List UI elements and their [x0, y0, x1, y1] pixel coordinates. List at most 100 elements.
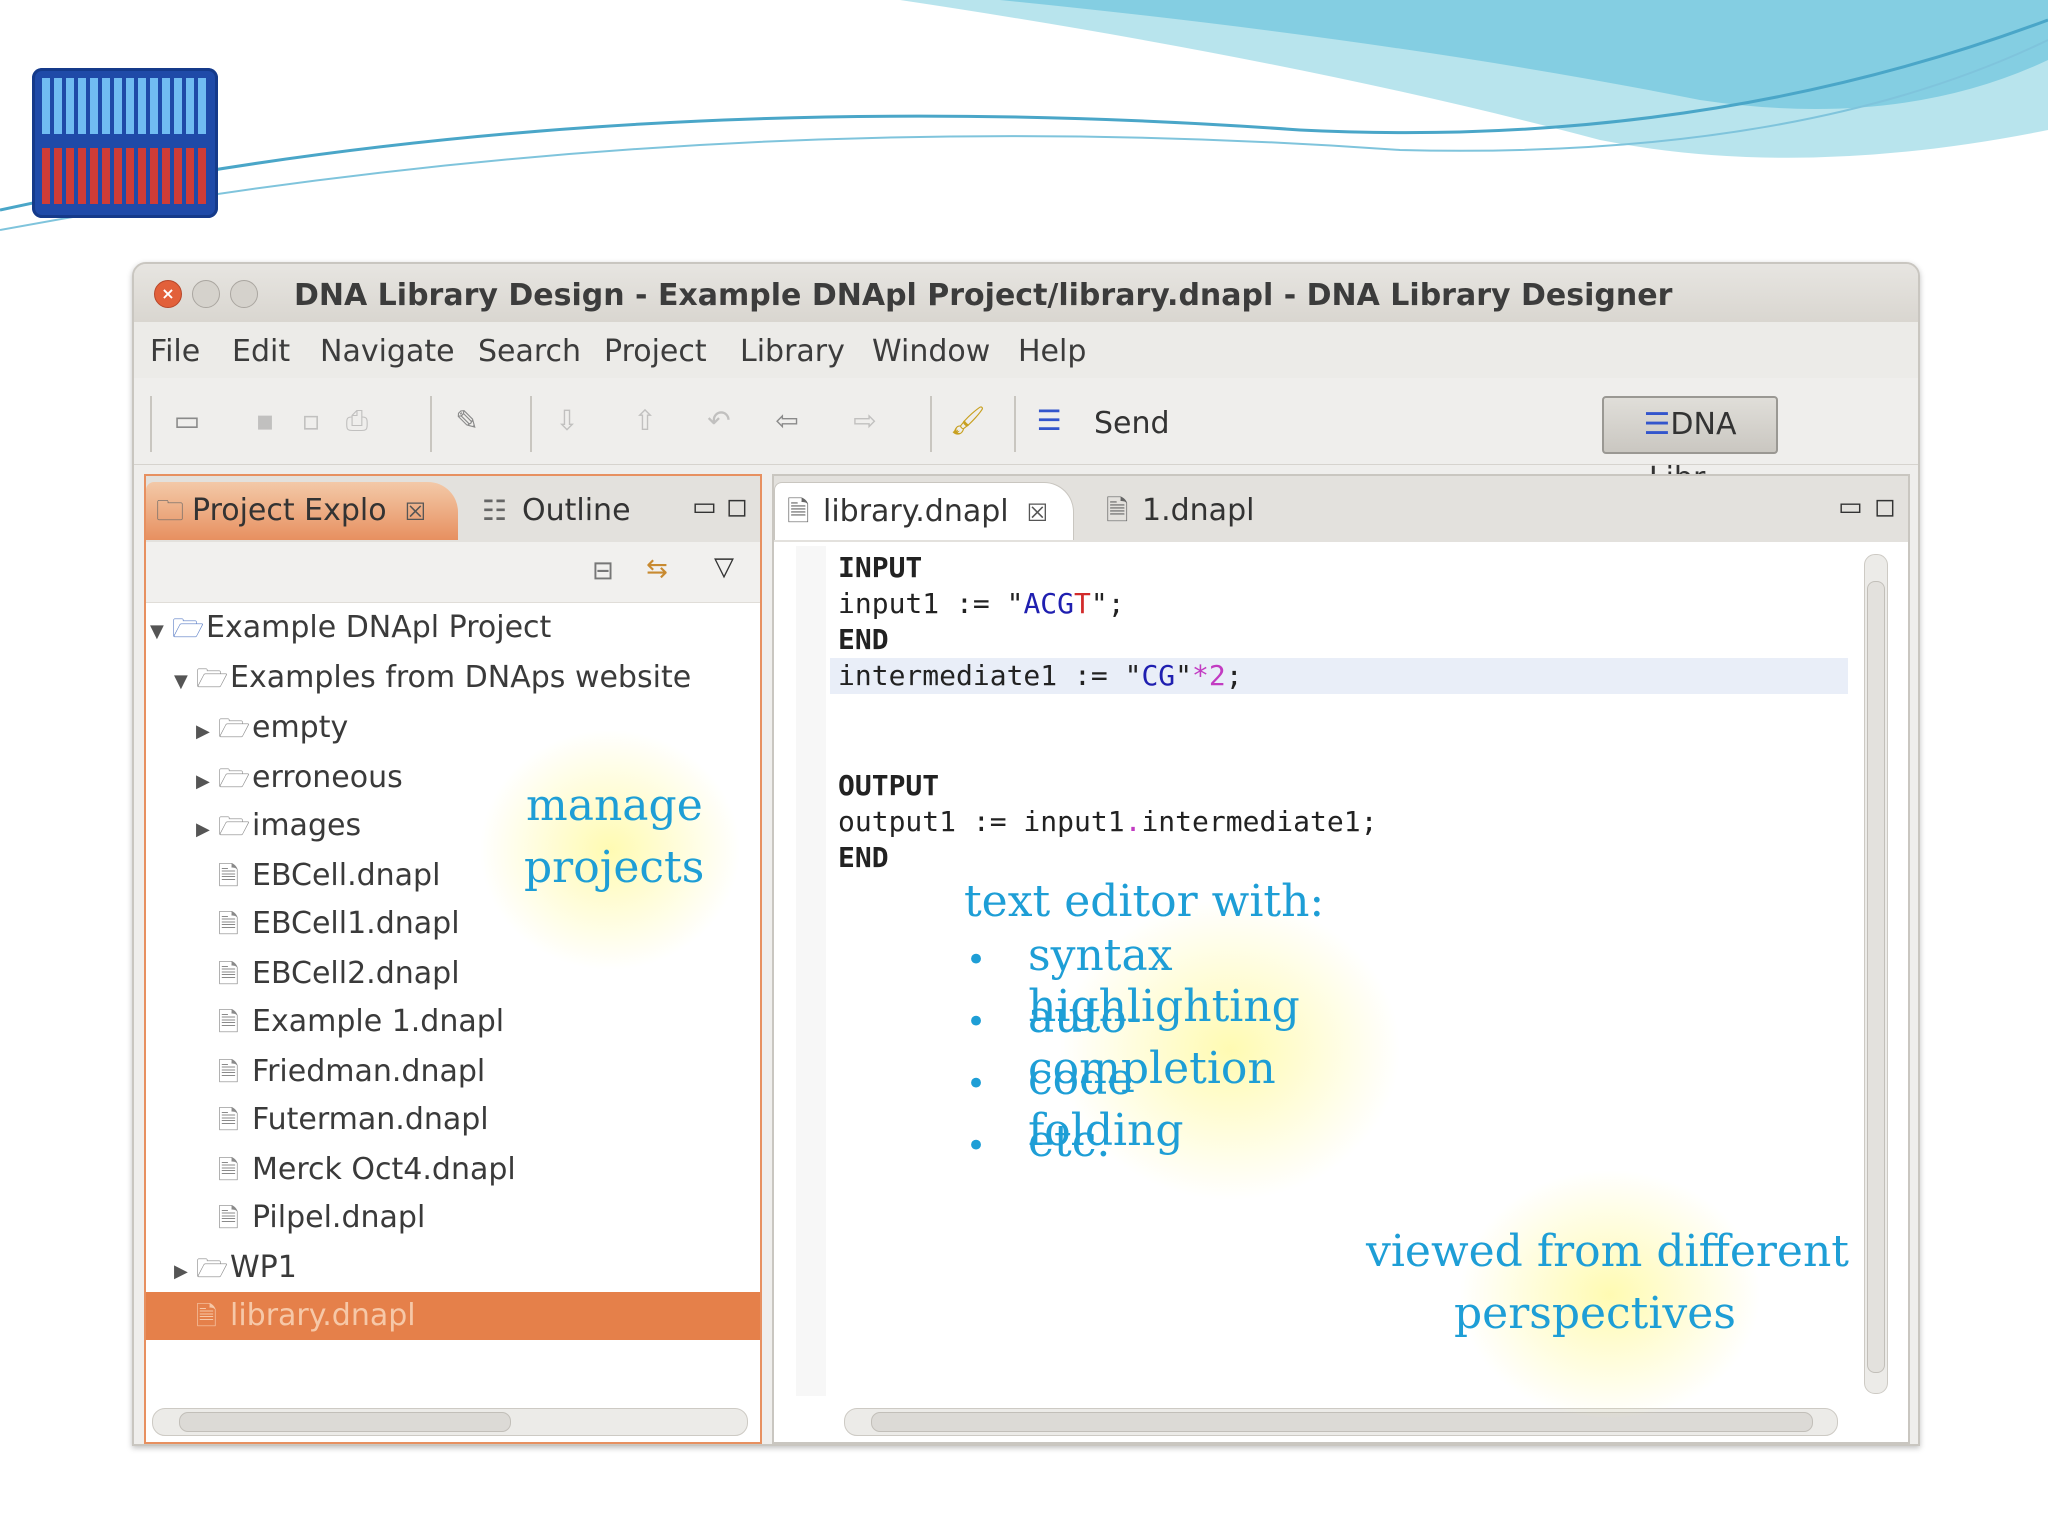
editor-horizontal-scrollbar[interactable] — [844, 1408, 1838, 1436]
menu-library[interactable]: Library — [740, 334, 845, 369]
file-icon: 🗎 — [218, 910, 239, 940]
file-icon: 🗎 — [218, 1008, 239, 1038]
file-icon: 🗎 — [218, 1156, 239, 1186]
tree-item-file[interactable]: 🗎 Friedman.dnapl — [218, 1048, 485, 1096]
tab-project-explorer[interactable]: 🗀 Project Explo ☒ — [146, 482, 458, 540]
menu-project[interactable]: Project — [604, 334, 707, 369]
pin-tool-icon[interactable]: ✎ — [450, 404, 484, 438]
maximize-window-button[interactable] — [230, 280, 258, 308]
code-line: INPUT — [838, 551, 923, 584]
file-icon: 🗎 — [218, 960, 239, 990]
editor-vertical-scrollbar[interactable] — [1864, 554, 1888, 1394]
code-line: OUTPUT — [838, 769, 940, 802]
annotation-projects: projects — [524, 842, 705, 893]
menu-navigate[interactable]: Navigate — [320, 334, 455, 369]
forward-icon[interactable]: ⇨ — [848, 404, 882, 438]
folder-icon: 🗁 — [218, 714, 251, 744]
collapse-all-icon[interactable]: ⊟ — [592, 556, 614, 586]
cadmad-logo — [32, 68, 218, 218]
tree-item-folder[interactable]: ▶ 🗁empty — [196, 704, 348, 752]
perspective-button[interactable]: ☰DNA Libr... — [1602, 396, 1778, 496]
menu-help[interactable]: Help — [1018, 334, 1086, 369]
back-icon[interactable]: ⇦ — [770, 404, 804, 438]
dna-library-icon: ☰ — [1643, 407, 1671, 442]
tree-item-file[interactable]: 🗎 Merck Oct4.dnapl — [218, 1146, 516, 1194]
header-wave-decoration — [0, 0, 2048, 231]
file-icon: 🗎 — [218, 1204, 239, 1234]
tree-item-folder[interactable]: ▶ 🗁erroneous — [196, 754, 403, 802]
save-all-icon[interactable]: ▫ — [294, 404, 328, 438]
tree-item-file[interactable]: 🗎 Futerman.dnapl — [218, 1096, 489, 1144]
window-title: DNA Library Design - Example DNApl Proje… — [294, 278, 1673, 313]
tree-item-file[interactable]: 🗎 EBCell.dnapl — [218, 852, 440, 900]
maximize-pane-icon[interactable]: ◻ — [726, 492, 748, 522]
prev-annotation-icon[interactable]: ⇧ — [628, 404, 662, 438]
collapsed-arrow-icon[interactable]: ▶ — [196, 806, 218, 854]
minimize-pane-icon[interactable]: ▭ — [1838, 492, 1863, 522]
view-menu-icon[interactable]: ▽ — [714, 552, 734, 582]
expand-arrow-icon[interactable]: ▼ — [150, 608, 172, 656]
toolbar: ▭ ▪ ▫ ⎙ ✎ ⇩ ⇧ ↶ ⇦ ⇨ 🖌 ☰ Send ☰DNA Libr..… — [134, 380, 1918, 496]
new-wizard-icon[interactable]: ▭ — [170, 404, 204, 438]
next-annotation-icon[interactable]: ⇩ — [550, 404, 584, 438]
close-window-button[interactable]: × — [154, 280, 182, 308]
close-tab-icon[interactable]: ☒ — [405, 498, 427, 526]
annotation-perspectives: perspectives — [1454, 1288, 1736, 1339]
file-icon: 🗎 — [1106, 494, 1129, 527]
left-tab-row: 🗀 Project Explo ☒ ☷ Outline ▭ ◻ — [146, 476, 760, 542]
tree-item-folder[interactable]: ▶ 🗁WP1 — [174, 1244, 297, 1292]
explorer-subtoolbar: ⊟ ⇆ ▽ — [146, 542, 760, 603]
minimize-pane-icon[interactable]: ▭ — [692, 492, 717, 522]
brush-icon[interactable]: 🖌 — [950, 404, 986, 438]
menu-edit[interactable]: Edit — [232, 334, 290, 369]
outline-icon: ☷ — [482, 494, 508, 527]
send-button[interactable]: Send — [1094, 406, 1170, 441]
editor-gutter — [796, 546, 826, 1396]
annotation-viewed: viewed from different — [1366, 1226, 1849, 1277]
minimize-window-button[interactable] — [192, 280, 220, 308]
tree-item-file-selected[interactable]: 🗎 library.dnapl — [146, 1292, 760, 1340]
title-bar: × DNA Library Design - Example DNApl Pro… — [134, 264, 1918, 322]
collapsed-arrow-icon[interactable]: ▶ — [196, 708, 218, 756]
folder-icon: 🗁 — [196, 664, 229, 694]
file-icon: 🗎 — [787, 495, 810, 528]
file-icon: 🗎 — [218, 1058, 239, 1088]
explorer-horizontal-scrollbar[interactable] — [152, 1408, 748, 1436]
menu-window[interactable]: Window — [872, 334, 990, 369]
folder-icon: 🗀 — [156, 494, 185, 527]
code-line: input1 := "ACGT"; — [838, 587, 1125, 620]
code-line: END — [838, 623, 889, 656]
tree-item-file[interactable]: 🗎 EBCell2.dnapl — [218, 950, 460, 998]
tree-item-file[interactable]: 🗎 Example 1.dnapl — [218, 998, 504, 1046]
send-icon[interactable]: ☰ — [1032, 404, 1066, 438]
collapsed-arrow-icon[interactable]: ▶ — [196, 758, 218, 806]
folder-icon: 🗁 — [218, 812, 251, 842]
menu-file[interactable]: File — [150, 334, 200, 369]
print-icon[interactable]: ⎙ — [340, 404, 374, 438]
project-explorer-pane: 🗀 Project Explo ☒ ☷ Outline ▭ ◻ ⊟ ⇆ ▽ ▼ 🗁E… — [144, 474, 762, 1444]
tab-library-dnapl[interactable]: 🗎 library.dnapl ☒ — [774, 482, 1074, 540]
tree-item-project[interactable]: ▼ 🗁Example DNApl Project — [150, 604, 551, 652]
link-editor-icon[interactable]: ⇆ — [646, 554, 668, 584]
tree-item-folder[interactable]: ▶ 🗁images — [196, 802, 361, 850]
tab-outline[interactable]: ☷ Outline — [476, 482, 631, 540]
folder-icon: 🗁 — [196, 1254, 229, 1284]
code-line-current: intermediate1 := "CG"*2; — [830, 658, 1848, 694]
tree-item-folder[interactable]: ▼ 🗁Examples from DNAps website — [174, 654, 691, 702]
last-edit-icon[interactable]: ↶ — [702, 404, 736, 438]
tree-item-file[interactable]: 🗎 Pilpel.dnapl — [218, 1194, 425, 1242]
maximize-pane-icon[interactable]: ◻ — [1874, 492, 1896, 522]
menu-search[interactable]: Search — [478, 334, 581, 369]
tree-item-file[interactable]: 🗎 EBCell1.dnapl — [218, 900, 460, 948]
annotation-manage: manage — [526, 780, 703, 831]
project-icon: 🗁 — [172, 614, 205, 644]
code-line: END — [838, 841, 889, 874]
menu-bar: File Edit Navigate Search Project Librar… — [134, 322, 1918, 378]
expand-arrow-icon[interactable]: ▼ — [174, 658, 196, 706]
file-icon: 🗎 — [196, 1302, 217, 1332]
save-icon[interactable]: ▪ — [248, 404, 282, 438]
tab-1-dnapl[interactable]: 🗎 1.dnapl — [1092, 482, 1312, 540]
collapsed-arrow-icon[interactable]: ▶ — [174, 1248, 196, 1296]
folder-icon: 🗁 — [218, 764, 251, 794]
close-tab-icon[interactable]: ☒ — [1027, 499, 1049, 527]
